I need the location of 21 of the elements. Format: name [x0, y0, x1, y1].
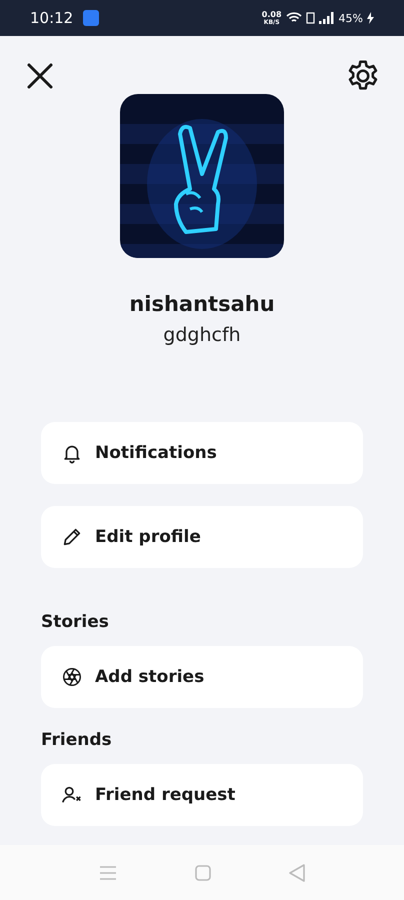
aperture-icon: [61, 666, 83, 688]
pencil-icon: [61, 526, 83, 548]
menu-item[interactable]: Edit profile: [41, 506, 363, 568]
wifi-icon: [286, 12, 302, 24]
section-title: Friends: [41, 729, 113, 752]
section-title: Stories: [41, 611, 110, 634]
battery-level: 45%: [338, 12, 363, 24]
home-icon[interactable]: [195, 864, 211, 880]
back-icon[interactable]: [289, 864, 305, 882]
menu-item[interactable]: Add stories: [41, 646, 363, 708]
menu-item[interactable]: Friend request: [41, 764, 363, 826]
close-icon[interactable]: [26, 62, 54, 90]
sim-icon: [306, 12, 315, 24]
clock: 10:12: [30, 9, 74, 27]
username: gdghcfh: [163, 324, 241, 346]
menu-icon[interactable]: [99, 866, 117, 880]
menu-item[interactable]: Notifications: [41, 422, 363, 484]
signal-icon: [318, 12, 335, 24]
charging-icon: [367, 12, 374, 24]
profile-name: nishantsahu: [129, 292, 275, 316]
notification-icon: [83, 10, 100, 26]
